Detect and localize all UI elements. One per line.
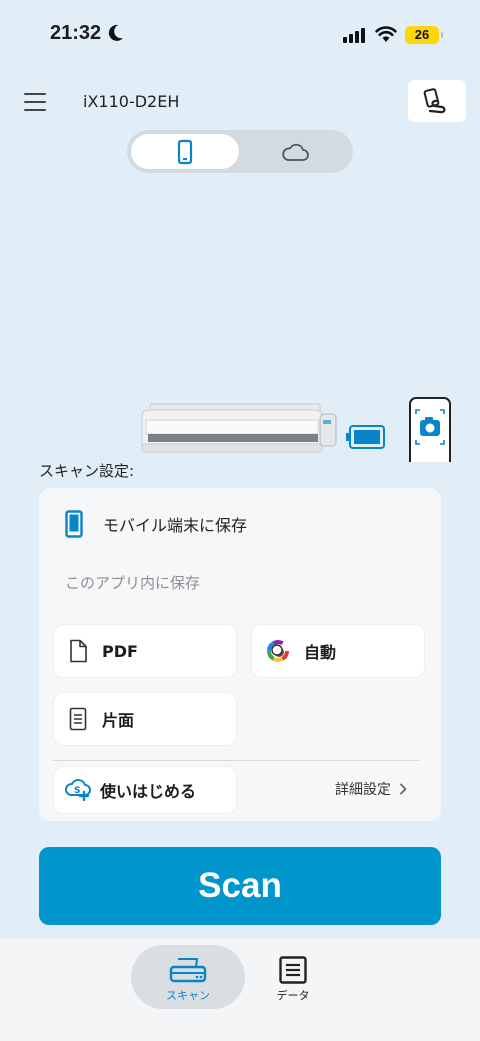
divider (53, 760, 419, 761)
moon-icon (108, 24, 123, 41)
scanner-profile-button[interactable] (408, 80, 466, 122)
storage-segmented-control (127, 130, 353, 173)
smartphone-icon (65, 510, 83, 538)
phone-camera-icon (409, 397, 451, 462)
segment-cloud[interactable] (241, 134, 349, 169)
file-format-button[interactable]: PDF (53, 624, 237, 678)
hamburger-menu-icon[interactable] (24, 93, 46, 111)
tab-data[interactable]: データ (262, 945, 324, 1009)
detailed-settings-label: 詳細設定 (335, 782, 391, 798)
scan-settings-card: モバイル端末に保存 このアプリ内に保存 PDF 自動 片面 S 使いはじめる 詳… (39, 488, 441, 821)
save-target-row[interactable]: モバイル端末に保存 (65, 510, 247, 538)
scanner-device-image (141, 403, 337, 453)
wifi-icon (375, 26, 397, 42)
device-name: iX110-D2EH (83, 92, 180, 111)
single-page-icon (69, 707, 87, 731)
data-list-icon (279, 956, 307, 984)
bottom-tab-bar: スキャン データ (0, 939, 480, 1041)
save-location-description: このアプリ内に保存 (65, 574, 201, 592)
connection-battery-icon (346, 425, 385, 449)
chevron-right-icon (400, 783, 407, 795)
battery-indicator: 26 (405, 26, 443, 44)
color-mode-button[interactable]: 自動 (251, 624, 425, 678)
scan-sides-button[interactable]: 片面 (53, 692, 237, 746)
scan-settings-heading: スキャン設定: (39, 462, 135, 480)
scanner-illustration (141, 397, 451, 462)
getting-started-icon: S (65, 779, 91, 802)
cellular-signal-icon (343, 27, 365, 43)
save-target-label: モバイル端末に保存 (103, 516, 248, 535)
scansnap-logo-icon (423, 88, 446, 114)
scanner-icon (169, 958, 207, 983)
getting-started-label: 使いはじめる (100, 782, 197, 801)
segment-local-device[interactable] (131, 134, 239, 169)
scan-sides-label: 片面 (102, 711, 135, 730)
file-format-label: PDF (102, 641, 138, 661)
status-time: 21:32 (50, 22, 102, 44)
smartphone-icon (177, 139, 193, 164)
document-icon (70, 639, 87, 663)
tab-scan[interactable]: スキャン (131, 945, 245, 1009)
color-auto-icon (267, 640, 289, 662)
tab-data-label: データ (276, 989, 310, 1002)
color-mode-label: 自動 (304, 643, 337, 662)
getting-started-button[interactable]: S 使いはじめる (53, 766, 237, 814)
scan-button[interactable]: Scan (39, 847, 441, 925)
tab-scan-label: スキャン (166, 989, 210, 1002)
detailed-settings-link[interactable]: 詳細設定 (335, 779, 407, 799)
cloud-icon (282, 143, 309, 161)
svg-text:S: S (74, 786, 80, 796)
status-bar: 21:32 26 (0, 0, 480, 70)
